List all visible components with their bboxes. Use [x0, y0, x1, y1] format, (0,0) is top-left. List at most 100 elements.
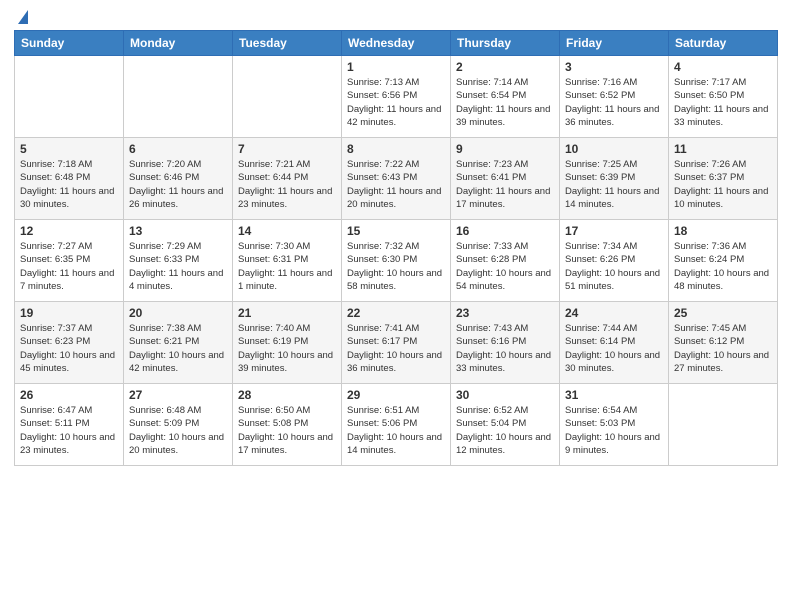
calendar-cell: [15, 56, 124, 138]
calendar-cell: [124, 56, 233, 138]
cell-text: Sunrise: 7:36 AM Sunset: 6:24 PM Dayligh…: [674, 240, 772, 293]
calendar-cell: 24 Sunrise: 7:44 AM Sunset: 6:14 PM Dayli…: [560, 302, 669, 384]
calendar-header: SundayMondayTuesdayWednesdayThursdayFrid…: [15, 31, 778, 56]
day-number: 12: [20, 224, 118, 238]
cell-text: Sunrise: 7:30 AM Sunset: 6:31 PM Dayligh…: [238, 240, 336, 293]
header-row: SundayMondayTuesdayWednesdayThursdayFrid…: [15, 31, 778, 56]
cell-text: Sunrise: 7:37 AM Sunset: 6:23 PM Dayligh…: [20, 322, 118, 375]
day-number: 13: [129, 224, 227, 238]
calendar-cell: 15 Sunrise: 7:32 AM Sunset: 6:30 PM Dayli…: [342, 220, 451, 302]
day-number: 17: [565, 224, 663, 238]
day-number: 31: [565, 388, 663, 402]
day-number: 27: [129, 388, 227, 402]
calendar-cell: [233, 56, 342, 138]
cell-text: Sunrise: 7:32 AM Sunset: 6:30 PM Dayligh…: [347, 240, 445, 293]
calendar-cell: 25 Sunrise: 7:45 AM Sunset: 6:12 PM Dayli…: [669, 302, 778, 384]
calendar-cell: 8 Sunrise: 7:22 AM Sunset: 6:43 PM Daylig…: [342, 138, 451, 220]
day-number: 18: [674, 224, 772, 238]
header-cell-friday: Friday: [560, 31, 669, 56]
cell-text: Sunrise: 7:18 AM Sunset: 6:48 PM Dayligh…: [20, 158, 118, 211]
calendar-cell: 14Sunrise: 7:30 AM Sunset: 6:31 PM Dayli…: [233, 220, 342, 302]
calendar-cell: 20 Sunrise: 7:38 AM Sunset: 6:21 PM Dayli…: [124, 302, 233, 384]
calendar-cell: 3Sunrise: 7:16 AM Sunset: 6:52 PM Daylig…: [560, 56, 669, 138]
header-cell-monday: Monday: [124, 31, 233, 56]
cell-text: Sunrise: 7:23 AM Sunset: 6:41 PM Dayligh…: [456, 158, 554, 211]
calendar-table: SundayMondayTuesdayWednesdayThursdayFrid…: [14, 30, 778, 466]
day-number: 6: [129, 142, 227, 156]
day-number: 16: [456, 224, 554, 238]
week-row-4: 19 Sunrise: 7:37 AM Sunset: 6:23 PM Dayli…: [15, 302, 778, 384]
calendar-cell: 6 Sunrise: 7:20 AM Sunset: 6:46 PM Daylig…: [124, 138, 233, 220]
day-number: 25: [674, 306, 772, 320]
calendar-cell: 7Sunrise: 7:21 AM Sunset: 6:44 PM Daylig…: [233, 138, 342, 220]
calendar-cell: 22 Sunrise: 7:41 AM Sunset: 6:17 PM Dayli…: [342, 302, 451, 384]
cell-text: Sunrise: 7:41 AM Sunset: 6:17 PM Dayligh…: [347, 322, 445, 375]
cell-text: Sunrise: 7:25 AM Sunset: 6:39 PM Dayligh…: [565, 158, 663, 211]
week-row-1: 1 Sunrise: 7:13 AM Sunset: 6:56 PM Daylig…: [15, 56, 778, 138]
calendar-cell: 28 Sunrise: 6:50 AM Sunset: 5:08 PM Dayli…: [233, 384, 342, 466]
calendar-cell: 21 Sunrise: 7:40 AM Sunset: 6:19 PM Dayli…: [233, 302, 342, 384]
calendar-cell: 23 Sunrise: 7:43 AM Sunset: 6:16 PM Dayli…: [451, 302, 560, 384]
calendar-cell: 16 Sunrise: 7:33 AM Sunset: 6:28 PM Dayli…: [451, 220, 560, 302]
cell-text: Sunrise: 7:40 AM Sunset: 6:19 PM Dayligh…: [238, 322, 336, 375]
cell-text: Sunrise: 7:26 AM Sunset: 6:37 PM Dayligh…: [674, 158, 772, 211]
calendar-cell: [669, 384, 778, 466]
day-number: 19: [20, 306, 118, 320]
day-number: 8: [347, 142, 445, 156]
day-number: 9: [456, 142, 554, 156]
cell-text: Sunrise: 7:13 AM Sunset: 6:56 PM Dayligh…: [347, 76, 445, 129]
page: SundayMondayTuesdayWednesdayThursdayFrid…: [0, 0, 792, 612]
cell-text: Sunrise: 7:14 AM Sunset: 6:54 PM Dayligh…: [456, 76, 554, 129]
day-number: 5: [20, 142, 118, 156]
day-number: 11: [674, 142, 772, 156]
week-row-5: 26Sunrise: 6:47 AM Sunset: 5:11 PM Dayli…: [15, 384, 778, 466]
day-number: 7: [238, 142, 336, 156]
calendar-body: 1 Sunrise: 7:13 AM Sunset: 6:56 PM Daylig…: [15, 56, 778, 466]
logo-triangle-icon: [18, 10, 28, 24]
header-cell-wednesday: Wednesday: [342, 31, 451, 56]
day-number: 1: [347, 60, 445, 74]
calendar-cell: 12 Sunrise: 7:27 AM Sunset: 6:35 PM Dayli…: [15, 220, 124, 302]
calendar-cell: 27 Sunrise: 6:48 AM Sunset: 5:09 PM Dayli…: [124, 384, 233, 466]
calendar-cell: 11 Sunrise: 7:26 AM Sunset: 6:37 PM Dayli…: [669, 138, 778, 220]
calendar-cell: 26Sunrise: 6:47 AM Sunset: 5:11 PM Dayli…: [15, 384, 124, 466]
calendar-cell: 4Sunrise: 7:17 AM Sunset: 6:50 PM Daylig…: [669, 56, 778, 138]
day-number: 4: [674, 60, 772, 74]
week-row-2: 5 Sunrise: 7:18 AM Sunset: 6:48 PM Daylig…: [15, 138, 778, 220]
cell-text: Sunrise: 7:29 AM Sunset: 6:33 PM Dayligh…: [129, 240, 227, 293]
cell-text: Sunrise: 6:52 AM Sunset: 5:04 PM Dayligh…: [456, 404, 554, 457]
cell-text: Sunrise: 7:44 AM Sunset: 6:14 PM Dayligh…: [565, 322, 663, 375]
day-number: 15: [347, 224, 445, 238]
calendar-cell: 9 Sunrise: 7:23 AM Sunset: 6:41 PM Daylig…: [451, 138, 560, 220]
cell-text: Sunrise: 7:22 AM Sunset: 6:43 PM Dayligh…: [347, 158, 445, 211]
header-cell-thursday: Thursday: [451, 31, 560, 56]
cell-text: Sunrise: 6:50 AM Sunset: 5:08 PM Dayligh…: [238, 404, 336, 457]
logo: [14, 10, 28, 24]
day-number: 23: [456, 306, 554, 320]
calendar-cell: 13 Sunrise: 7:29 AM Sunset: 6:33 PM Dayli…: [124, 220, 233, 302]
calendar-cell: 1 Sunrise: 7:13 AM Sunset: 6:56 PM Daylig…: [342, 56, 451, 138]
cell-text: Sunrise: 7:43 AM Sunset: 6:16 PM Dayligh…: [456, 322, 554, 375]
day-number: 24: [565, 306, 663, 320]
day-number: 30: [456, 388, 554, 402]
calendar-cell: 30 Sunrise: 6:52 AM Sunset: 5:04 PM Dayli…: [451, 384, 560, 466]
cell-text: Sunrise: 7:38 AM Sunset: 6:21 PM Dayligh…: [129, 322, 227, 375]
cell-text: Sunrise: 7:34 AM Sunset: 6:26 PM Dayligh…: [565, 240, 663, 293]
day-number: 28: [238, 388, 336, 402]
header-cell-saturday: Saturday: [669, 31, 778, 56]
day-number: 20: [129, 306, 227, 320]
calendar-cell: 19 Sunrise: 7:37 AM Sunset: 6:23 PM Dayli…: [15, 302, 124, 384]
header-cell-tuesday: Tuesday: [233, 31, 342, 56]
cell-text: Sunrise: 6:48 AM Sunset: 5:09 PM Dayligh…: [129, 404, 227, 457]
calendar-cell: 17 Sunrise: 7:34 AM Sunset: 6:26 PM Dayli…: [560, 220, 669, 302]
calendar-cell: 18 Sunrise: 7:36 AM Sunset: 6:24 PM Dayli…: [669, 220, 778, 302]
cell-text: Sunrise: 7:33 AM Sunset: 6:28 PM Dayligh…: [456, 240, 554, 293]
calendar-cell: 31Sunrise: 6:54 AM Sunset: 5:03 PM Dayli…: [560, 384, 669, 466]
day-number: 22: [347, 306, 445, 320]
day-number: 2: [456, 60, 554, 74]
cell-text: Sunrise: 7:45 AM Sunset: 6:12 PM Dayligh…: [674, 322, 772, 375]
header: [14, 10, 778, 24]
cell-text: Sunrise: 7:20 AM Sunset: 6:46 PM Dayligh…: [129, 158, 227, 211]
cell-text: Sunrise: 7:27 AM Sunset: 6:35 PM Dayligh…: [20, 240, 118, 293]
day-number: 21: [238, 306, 336, 320]
